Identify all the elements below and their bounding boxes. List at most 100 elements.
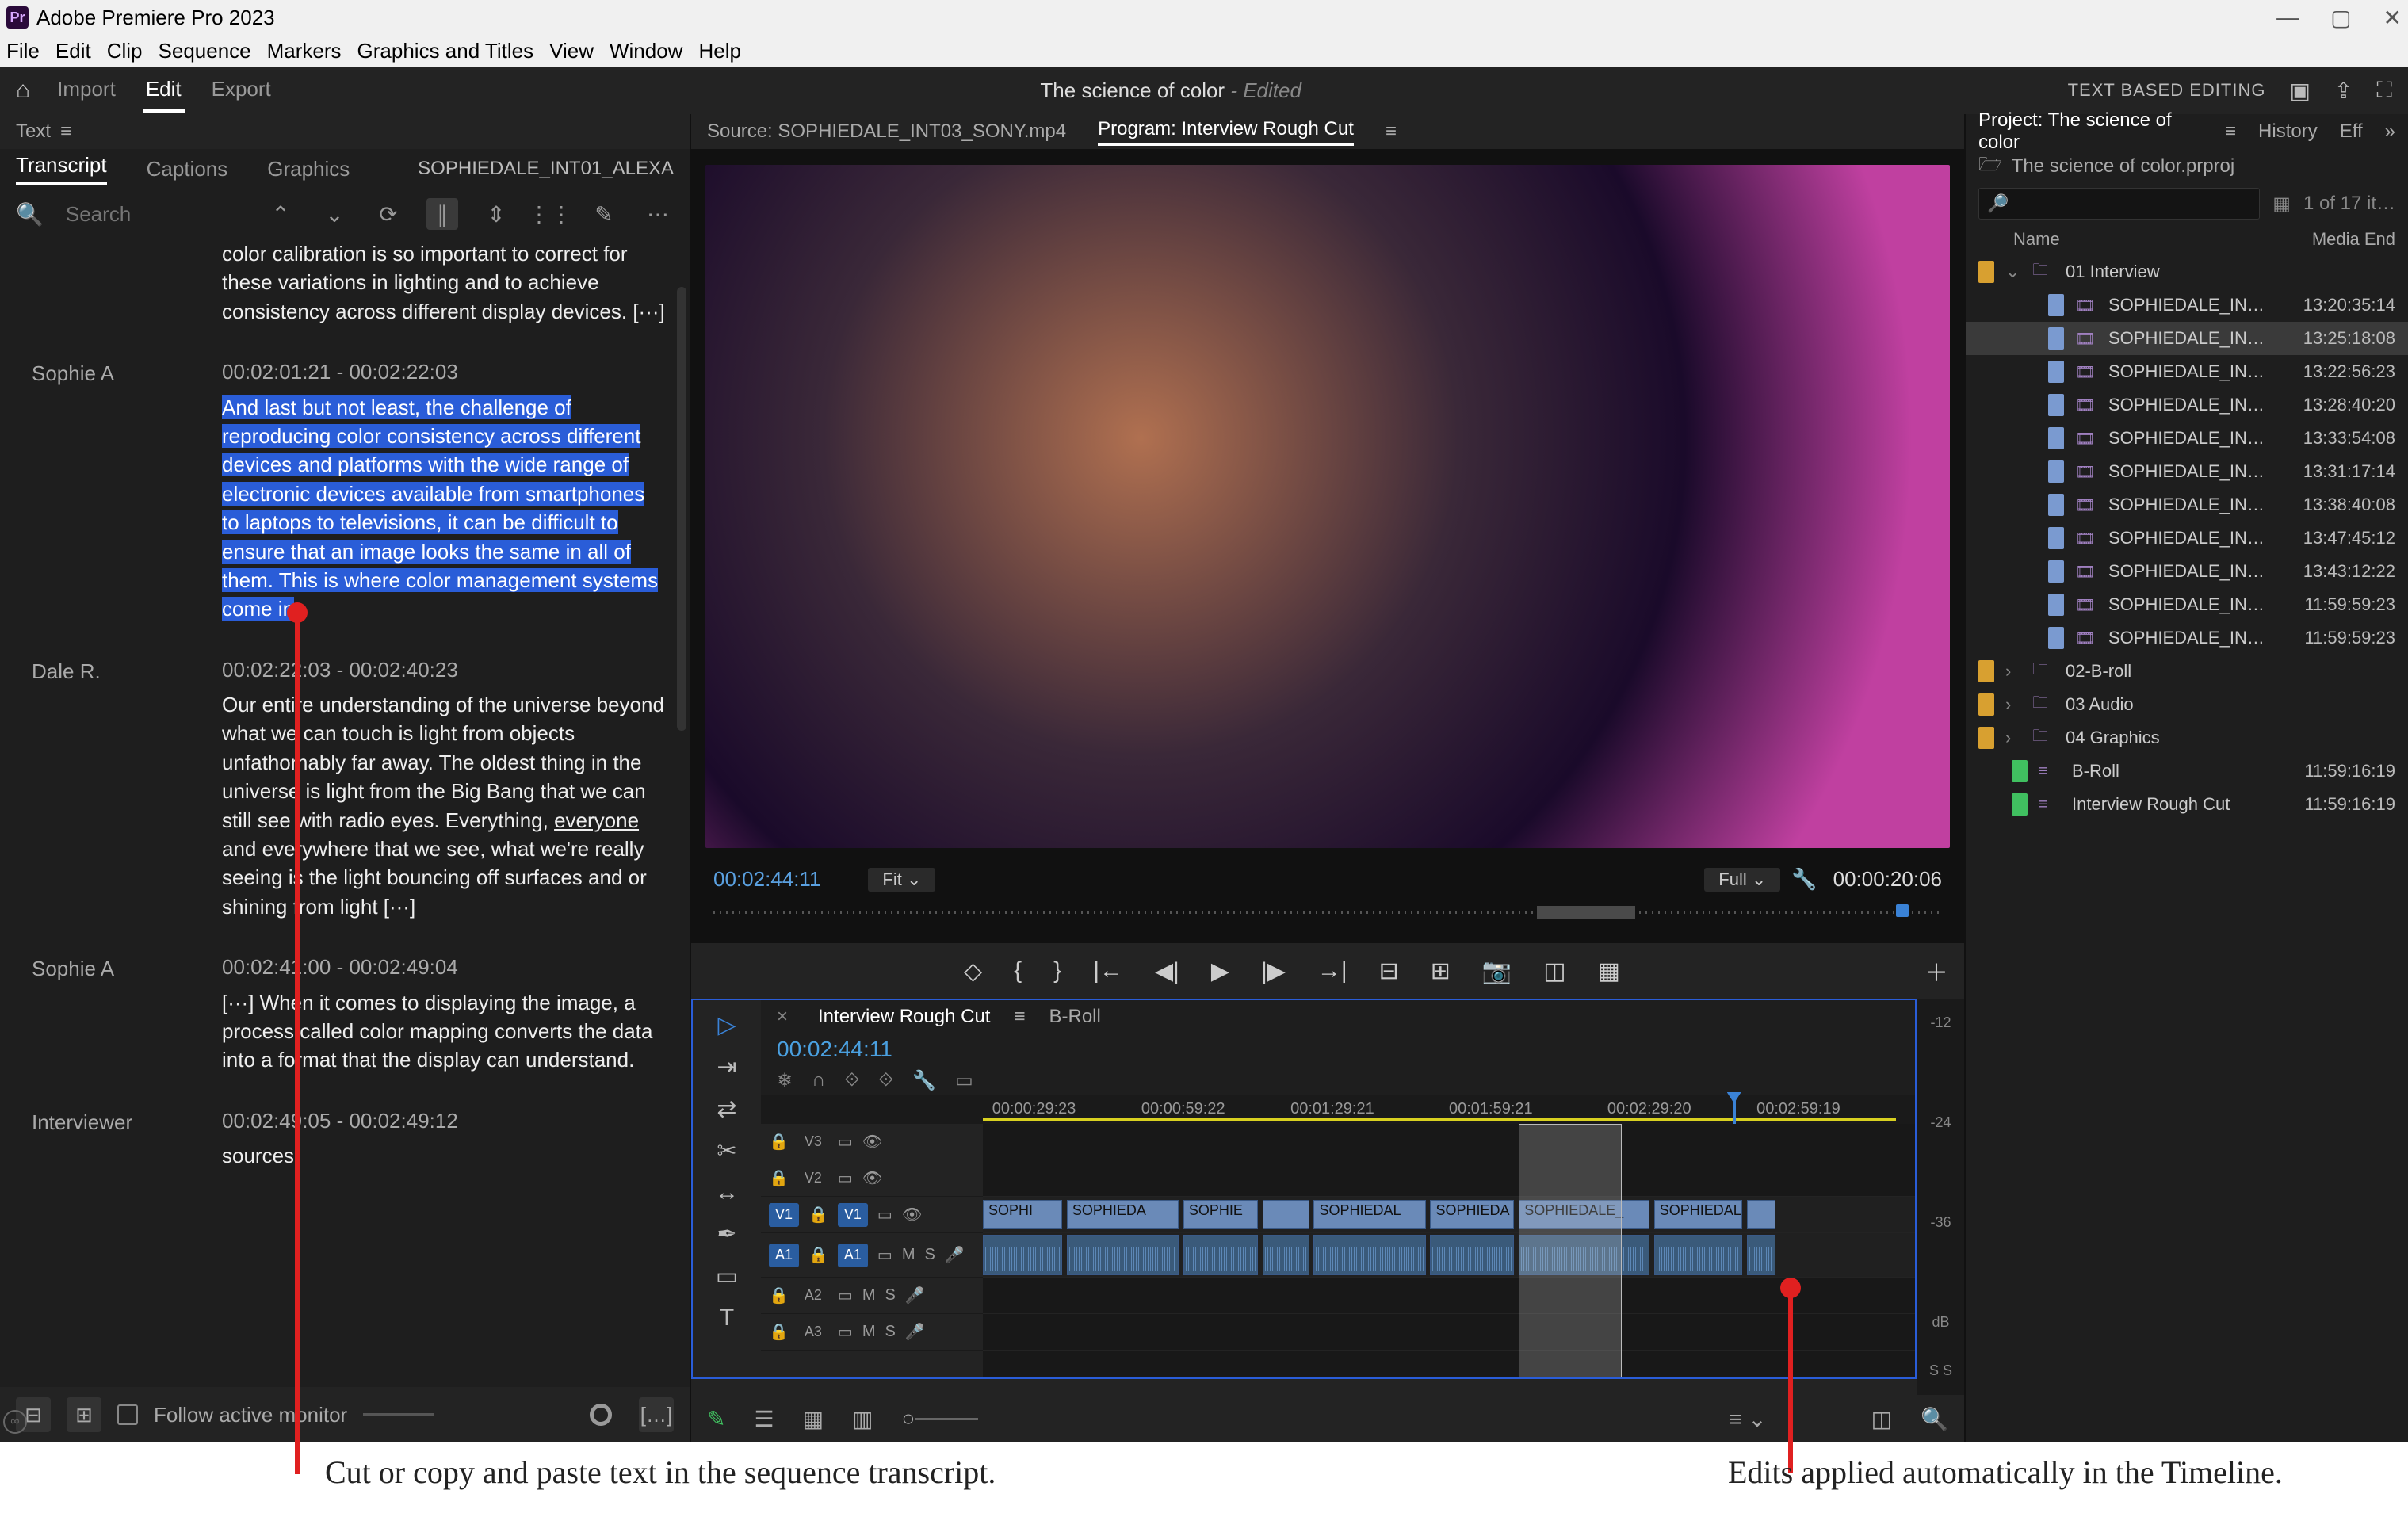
extract-icon[interactable]: ⊞ <box>1431 957 1451 985</box>
share-icon[interactable]: ⇪ <box>2334 78 2353 104</box>
search-icon[interactable]: 🔍 <box>16 201 44 227</box>
project-path[interactable]: The science of color.prproj <box>2012 155 2234 178</box>
seq-tab[interactable]: Interview Rough Cut <box>818 1006 990 1028</box>
panel-menu-icon[interactable]: ≡ <box>60 120 71 143</box>
collapse-icon[interactable]: ⇕ <box>480 198 512 230</box>
panel-menu-icon[interactable]: ≡ <box>1386 120 1397 143</box>
filter-icon[interactable]: ⋮⋮ <box>534 198 566 230</box>
clip-row[interactable]: 🎞SOPHIEDALE_INT02_A13:28:40:20 <box>1966 388 2408 422</box>
overwrite-icon[interactable]: ⊞ <box>67 1397 101 1432</box>
next-icon[interactable]: ⌄ <box>319 198 350 230</box>
hand-tool-icon[interactable]: ▭ <box>716 1263 738 1290</box>
menu-sequence[interactable]: Sequence <box>159 39 251 63</box>
lift-icon[interactable]: ⊟ <box>1379 957 1399 985</box>
type-tool-icon[interactable]: T <box>720 1305 734 1332</box>
freeform-icon[interactable]: ▥ <box>852 1406 873 1432</box>
menu-markers[interactable]: Markers <box>267 39 342 63</box>
resolution-dropdown[interactable]: Full ⌄ <box>1704 868 1780 892</box>
step-fwd-icon[interactable]: |▶ <box>1261 957 1286 985</box>
menu-file[interactable]: File <box>6 39 40 63</box>
in-bracket-icon[interactable]: { <box>1014 957 1022 984</box>
quick-export-icon[interactable]: ▣ <box>2289 78 2310 104</box>
new-bin-icon[interactable]: ▦ <box>2272 193 2291 216</box>
magnet-icon[interactable]: ∩ <box>812 1069 825 1091</box>
pen-icon[interactable]: ✎ <box>707 1406 725 1432</box>
comparison-icon[interactable]: ◫ <box>1543 957 1565 985</box>
close-seq-icon[interactable]: × <box>777 1006 788 1028</box>
slip-tool-icon[interactable]: ↔ <box>715 1179 739 1206</box>
more-icon[interactable]: ⋯ <box>642 198 674 230</box>
refresh-icon[interactable]: ⟳ <box>373 198 404 230</box>
play-icon[interactable]: ▶ <box>1211 957 1229 985</box>
list-view-icon[interactable]: ☰ <box>754 1406 774 1432</box>
track-select-icon[interactable]: ⇥ <box>717 1053 736 1081</box>
playhead-icon[interactable] <box>1896 904 1909 917</box>
selection-tool-icon[interactable]: ▷ <box>717 1011 736 1039</box>
edit-pen-icon[interactable]: ✎ <box>588 198 620 230</box>
razor-tool-icon[interactable]: ✂ <box>717 1137 736 1165</box>
transcript-text[interactable]: color calibration is so important to cor… <box>222 239 666 326</box>
snap-icon[interactable]: ❄ <box>777 1069 793 1092</box>
clip-row[interactable]: 🎞SOPHIEDALE_INT02_S13:31:17:14 <box>1966 455 2408 488</box>
sort-icon[interactable]: ≡ ⌄ <box>1729 1406 1767 1432</box>
audio-clip[interactable] <box>1183 1235 1258 1275</box>
transcript-text[interactable]: Our entire understanding of the universe… <box>222 690 666 921</box>
clip-row[interactable]: 🎞SOPHIEDALE_INT02_C13:33:54:08 <box>1966 422 2408 455</box>
graphics-tab[interactable]: Graphics <box>267 157 350 181</box>
source-tab[interactable]: Source: SOPHIEDALE_INT03_SONY.mp4 <box>707 120 1066 143</box>
clip-row[interactable]: 🎞SOPHIEDALE_INT01_A13:20:35:14 <box>1966 288 2408 322</box>
menu-view[interactable]: View <box>549 39 594 63</box>
bin-row[interactable]: ›🗀04 Graphics <box>1966 721 2408 755</box>
wrench-tl-icon[interactable]: 🔧 <box>912 1069 936 1092</box>
effects-tab[interactable]: Eff <box>2340 120 2363 143</box>
go-in-icon[interactable]: |← <box>1093 957 1123 984</box>
sequence-row[interactable]: ≡B-Roll11:59:16:19 <box>1966 755 2408 788</box>
zoom-fit-dropdown[interactable]: Fit ⌄ <box>868 868 935 892</box>
audio-clip[interactable] <box>1430 1235 1514 1275</box>
step-back-icon[interactable]: ◀| <box>1155 957 1179 985</box>
zoom-slider-track[interactable] <box>363 1413 434 1416</box>
safe-margins-icon[interactable]: ▦ <box>1598 957 1620 985</box>
ws-edit[interactable]: Edit <box>143 69 185 113</box>
clip-row[interactable]: 🎞SOPHIEDALE_INT01_S13:22:56:23 <box>1966 355 2408 388</box>
find-icon[interactable]: 🔍 <box>1921 1406 1948 1432</box>
audio-clip[interactable] <box>983 1235 1062 1275</box>
prev-icon[interactable]: ⌃ <box>265 198 296 230</box>
transcript-text[interactable]: sources. <box>222 1141 666 1170</box>
bracket-icon[interactable]: […] <box>639 1397 674 1432</box>
video-clip[interactable]: SOPHI <box>983 1200 1062 1229</box>
out-bracket-icon[interactable]: } <box>1053 957 1061 984</box>
transcript-tab[interactable]: Transcript <box>16 153 107 185</box>
automate-icon[interactable]: ◫ <box>1871 1406 1892 1432</box>
col-media-end[interactable]: Media End <box>2276 229 2395 250</box>
audio-clip[interactable] <box>1067 1235 1179 1275</box>
video-clip[interactable] <box>1263 1200 1309 1229</box>
audio-clip[interactable] <box>1263 1235 1309 1275</box>
export-frame-icon[interactable]: 📷 <box>1482 957 1512 985</box>
go-out-icon[interactable]: →| <box>1317 957 1347 984</box>
menu-graphics[interactable]: Graphics and Titles <box>357 39 534 63</box>
history-tab[interactable]: History <box>2258 120 2318 143</box>
close-button[interactable]: ✕ <box>2383 5 2402 31</box>
bin-row[interactable]: ⌄🗀01 Interview <box>1966 255 2408 288</box>
timeline-lanes[interactable]: SOPHISOPHIEDASOPHIESOPHIEDALSOPHIEDASOPH… <box>983 1124 1915 1377</box>
clip-row[interactable]: 🎞SOPHIEDALE_INT03_IP11:59:59:23 <box>1966 621 2408 655</box>
marker-icon[interactable]: ◇ <box>964 957 982 985</box>
project-search[interactable] <box>1978 188 2260 220</box>
pause-follow-icon[interactable]: ∥ <box>426 198 458 230</box>
marker-add-icon[interactable]: ⟐ <box>878 1069 893 1091</box>
menu-clip[interactable]: Clip <box>107 39 143 63</box>
time-ruler[interactable]: 00:00:29:23 00:00:59:22 00:01:29:21 00:0… <box>983 1095 1915 1124</box>
pen-tool-icon[interactable]: ✒ <box>717 1221 736 1248</box>
panel-menu-icon[interactable]: ≡ <box>2225 120 2236 143</box>
video-clip[interactable]: SOPHIEDA <box>1430 1200 1514 1229</box>
overflow-icon[interactable]: » <box>2385 120 2395 143</box>
zoom-slider-thumb[interactable] <box>590 1404 612 1426</box>
icon-view-icon[interactable]: ▦ <box>803 1406 824 1432</box>
panel-menu-icon[interactable]: ≡ <box>1014 1006 1025 1028</box>
scrub-bar[interactable] <box>713 898 1942 920</box>
seq-tab[interactable]: B-Roll <box>1049 1006 1100 1028</box>
zoom-slider-icon[interactable]: ○──── <box>902 1406 978 1431</box>
clip-row[interactable]: 🎞SOPHIEDALE_INT03_A13:38:40:08 <box>1966 488 2408 522</box>
program-tab[interactable]: Program: Interview Rough Cut <box>1098 118 1354 146</box>
